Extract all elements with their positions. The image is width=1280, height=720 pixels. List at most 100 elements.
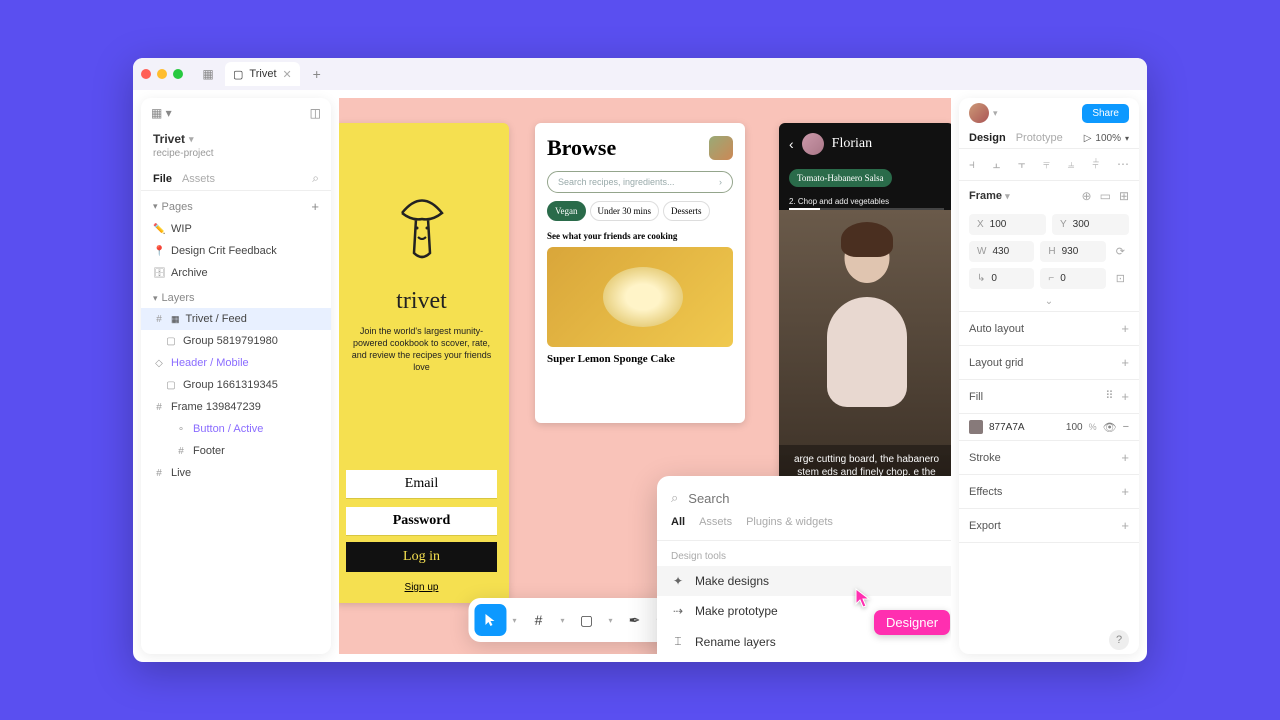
fill-section[interactable]: Fill⠿+ [959,380,1139,414]
search-icon[interactable]: ⌕ [312,171,319,186]
visibility-icon[interactable]: 👁 [1103,421,1117,434]
independent-corners-icon[interactable]: ⊡ [1112,268,1129,289]
chevron-down-icon[interactable]: ▾ [607,616,615,625]
back-icon[interactable]: ‹ [789,136,794,152]
layer-item[interactable]: ∘Button / Active [141,418,331,440]
figma-menu-icon[interactable]: ▦ ▾ [151,106,172,120]
qa-item-make-designs[interactable]: ✦ Make designs AI beta [657,566,951,596]
add-icon[interactable]: + [1121,450,1129,465]
help-button[interactable]: ? [1109,630,1129,650]
close-window-icon[interactable] [141,69,151,79]
panel-toggle-icon[interactable]: ◫ [310,106,321,120]
more-icon[interactable]: ⋯ [1117,157,1129,172]
layer-item[interactable]: ◇Header / Mobile [141,352,331,374]
frame-login[interactable]: trivet Join the world's largest munity-p… [339,123,509,603]
avatar[interactable] [802,133,824,155]
file-tab-button[interactable]: File [153,173,172,185]
filter-tag[interactable]: Under 30 mins [590,201,660,221]
chevron-down-icon[interactable]: ▾ [1125,134,1129,143]
add-icon[interactable]: + [1121,518,1129,533]
close-tab-icon[interactable]: ✕ [283,68,292,81]
zoom-level[interactable]: 100% [1095,133,1121,144]
align-left-icon[interactable]: ⫞ [969,157,975,172]
canvas[interactable]: trivet Join the world's largest munity-p… [339,98,951,654]
radius-input[interactable]: ⌐0 [1040,268,1105,289]
recipe-image[interactable] [547,247,733,347]
layer-item[interactable]: #Live [141,462,331,484]
constrain-icon[interactable]: ⟳ [1112,241,1129,262]
frame-tool[interactable]: # [522,604,554,636]
page-item[interactable]: 📍Design Crit Feedback [141,240,331,262]
resize-icon[interactable]: ⊕ [1082,189,1092,203]
layer-item[interactable]: #Frame 139847239 [141,396,331,418]
layer-item[interactable]: ▢Group 1661319345 [141,374,331,396]
qa-tab-plugins[interactable]: Plugins & widgets [746,516,833,532]
email-field[interactable]: Email [346,470,497,499]
quick-actions-search-input[interactable] [688,491,951,506]
chevron-down-icon[interactable]: ▾ [558,616,566,625]
frame-label[interactable]: Frame [969,190,1002,202]
qa-tab-assets[interactable]: Assets [699,516,732,532]
qa-tab-all[interactable]: All [671,516,685,532]
rotation-input[interactable]: ↳0 [969,268,1034,289]
avatar[interactable] [709,136,733,160]
width-input[interactable]: W430 [969,241,1034,262]
page-item[interactable]: 🗄Archive [141,262,331,284]
align-right-icon[interactable]: ⫟ [1018,157,1025,172]
add-icon[interactable]: + [1121,321,1129,336]
add-page-button[interactable]: + [311,199,319,214]
add-icon[interactable]: + [1121,355,1129,370]
new-tab-button[interactable]: + [306,63,328,85]
frame-browse[interactable]: Browse Search recipes, ingredients... › … [535,123,745,423]
align-top-icon[interactable]: ⫧ [1043,157,1050,172]
collapse-icon[interactable]: ⌄ [959,292,1139,312]
rectangle-tool[interactable]: ▢ [571,604,603,636]
add-icon[interactable]: + [1121,389,1129,404]
align-bottom-icon[interactable]: ⫩ [1092,157,1099,172]
password-field[interactable]: Password [346,507,497,536]
login-button[interactable]: Log in [346,542,497,572]
prototype-tab[interactable]: Prototype [1016,132,1063,144]
styles-icon[interactable]: ⠿ [1105,389,1113,404]
layoutgrid-section[interactable]: Layout grid+ [959,346,1139,380]
y-input[interactable]: Y300 [1052,214,1129,235]
figma-home-icon[interactable]: ▦ [197,63,219,85]
export-section[interactable]: Export+ [959,509,1139,543]
align-center-h-icon[interactable]: ⫠ [993,157,1000,172]
layer-item[interactable]: #▦Trivet / Feed [141,308,331,330]
page-item[interactable]: ✏️WIP [141,218,331,240]
pen-tool[interactable]: ✒ [619,604,651,636]
move-tool[interactable] [474,604,506,636]
user-menu[interactable]: ▾ [969,103,998,123]
autolayout-section[interactable]: Auto layout+ [959,312,1139,346]
filter-tag[interactable]: Desserts [663,201,710,221]
filter-tag[interactable]: Vegan [547,201,586,221]
fit-icon[interactable]: ⊞ [1119,189,1129,203]
play-icon[interactable]: ▷ [1084,133,1092,144]
height-input[interactable]: H930 [1040,241,1105,262]
project-header[interactable]: Trivet▾ recipe-project [141,128,331,167]
add-icon[interactable]: + [1121,484,1129,499]
chevron-down-icon[interactable]: ▾ [510,616,518,625]
minimize-window-icon[interactable] [157,69,167,79]
hex-input[interactable]: 877A7A [989,422,1060,433]
remove-icon[interactable]: − [1123,421,1129,433]
maximize-window-icon[interactable] [173,69,183,79]
stroke-section[interactable]: Stroke+ [959,441,1139,475]
search-input[interactable]: Search recipes, ingredients... › [547,171,733,193]
layer-item[interactable]: ▢Group 5819791980 [141,330,331,352]
orientation-icon[interactable]: ▭ [1100,189,1111,203]
x-input[interactable]: X100 [969,214,1046,235]
layer-item[interactable]: #Footer [141,440,331,462]
opacity-input[interactable]: 100 [1066,422,1083,433]
color-swatch[interactable] [969,420,983,434]
effects-section[interactable]: Effects+ [959,475,1139,509]
align-center-v-icon[interactable]: ⫨ [1068,157,1075,172]
assets-tab-button[interactable]: Assets [182,173,215,185]
fill-value[interactable]: 877A7A 100 % 👁 − [959,414,1139,441]
signup-link[interactable]: Sign up [405,582,439,593]
share-button[interactable]: Share [1082,104,1129,123]
recipe-chip[interactable]: Tomato-Habanero Salsa [789,169,892,187]
design-tab[interactable]: Design [969,132,1006,144]
file-tab[interactable]: ▢ Trivet ✕ [225,62,300,86]
